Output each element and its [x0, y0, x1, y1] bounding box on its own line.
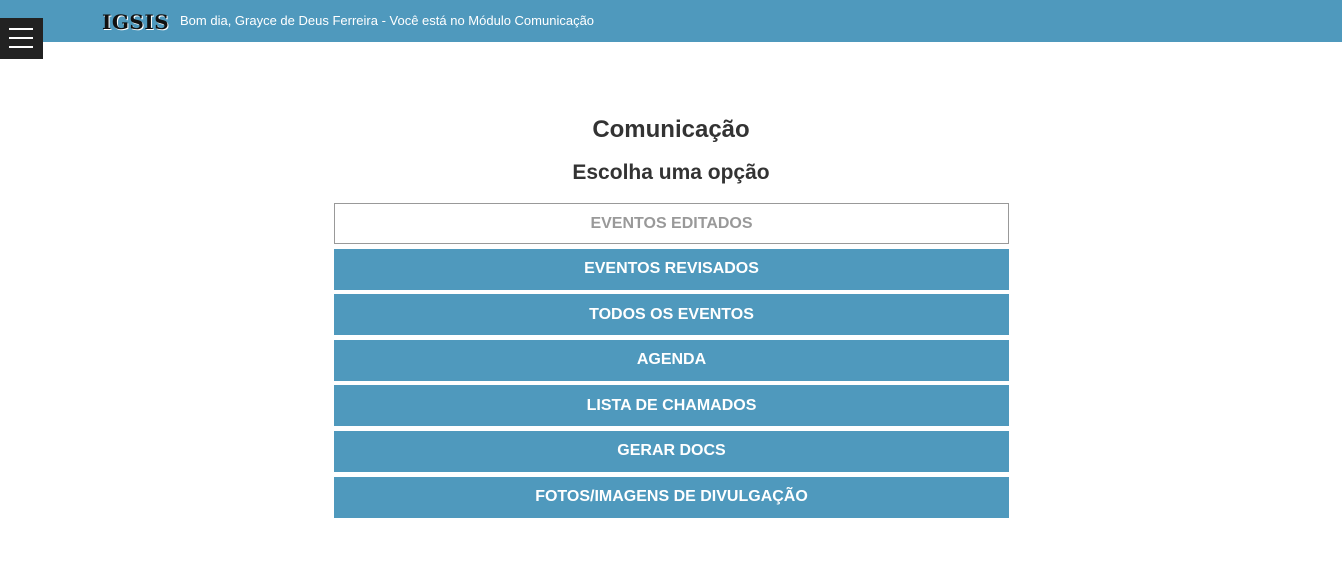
option-eventos-revisados[interactable]: EVENTOS REVISADOS [334, 248, 1009, 290]
option-eventos-editados[interactable]: EVENTOS EDITADOS [334, 203, 1009, 244]
menu-line [9, 37, 33, 39]
page-subtitle: Escolha uma opção [572, 161, 770, 184]
options-list: EVENTOS EDITADOS EVENTOS REVISADOS TODOS… [334, 203, 1009, 522]
page-title: Comunicação [592, 116, 750, 143]
top-navbar: IGSIS Bom dia, Grayce de Deus Ferreira -… [0, 0, 1342, 42]
menu-line [9, 28, 33, 30]
option-agenda[interactable]: AGENDA [334, 339, 1009, 381]
option-lista-de-chamados[interactable]: LISTA DE CHAMADOS [334, 385, 1009, 427]
menu-line [9, 46, 33, 48]
option-todos-os-eventos[interactable]: TODOS OS EVENTOS [334, 294, 1009, 336]
hamburger-menu-icon[interactable] [0, 18, 43, 59]
option-fotos-imagens-divulgacao[interactable]: FOTOS/IMAGENS DE DIVULGAÇÃO [334, 476, 1009, 518]
greeting-text: Bom dia, Grayce de Deus Ferreira - Você … [180, 13, 595, 28]
option-gerar-docs[interactable]: GERAR DOCS [334, 430, 1009, 472]
brand-logo[interactable]: IGSIS [102, 9, 169, 35]
